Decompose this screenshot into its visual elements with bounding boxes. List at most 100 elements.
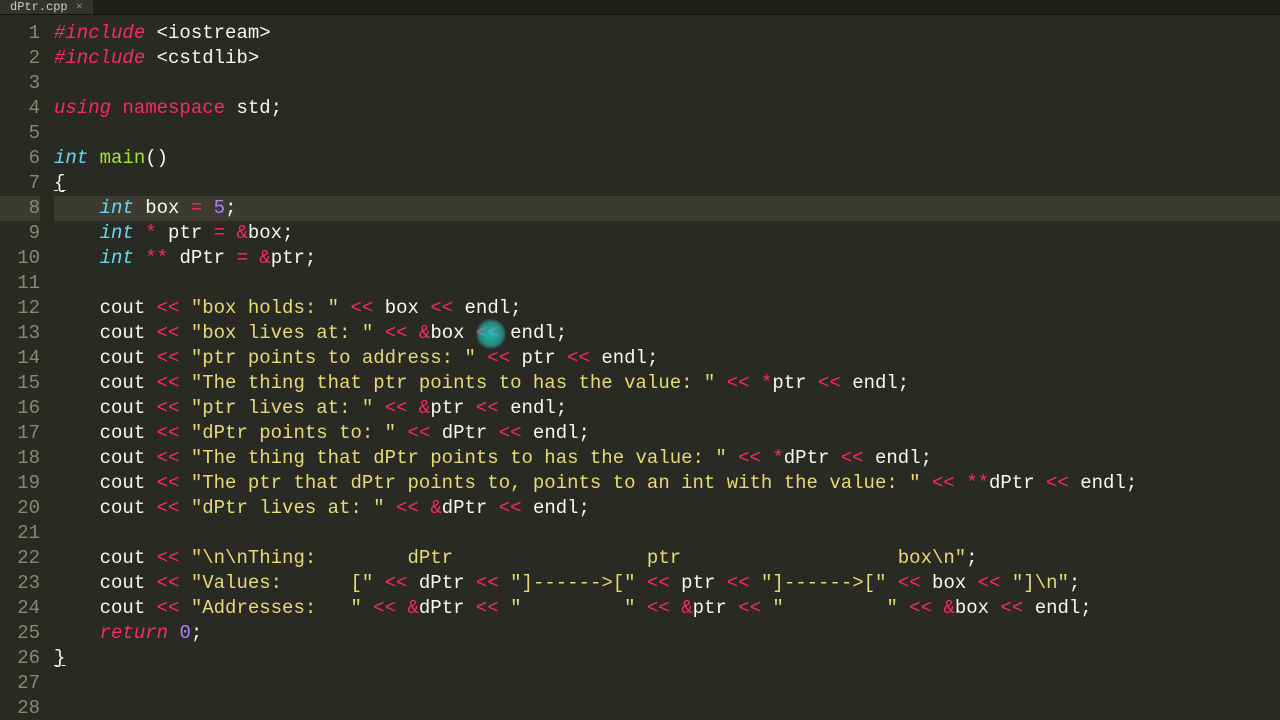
code-line[interactable]: #include <cstdlib> (54, 46, 1280, 71)
code-line[interactable]: cout << "ptr points to address: " << ptr… (54, 346, 1280, 371)
token: endl; (864, 447, 932, 469)
token: & (236, 222, 247, 244)
code-line[interactable] (54, 271, 1280, 296)
line-number: 12 (0, 296, 40, 321)
code-line[interactable] (54, 696, 1280, 720)
token: ptr (510, 347, 567, 369)
code-line[interactable]: } (54, 646, 1280, 671)
token: = (236, 247, 247, 269)
code-line[interactable]: cout << "Values: [" << dPtr << "]------>… (54, 571, 1280, 596)
token: endl; (499, 322, 567, 344)
token: << (157, 322, 180, 344)
code-line[interactable]: { (54, 171, 1280, 196)
token (88, 147, 99, 169)
code-line[interactable]: cout << "box lives at: " << &box << endl… (54, 321, 1280, 346)
code-line[interactable]: int main() (54, 146, 1280, 171)
token (408, 397, 419, 419)
token: () (145, 147, 168, 169)
token (179, 347, 190, 369)
line-number: 11 (0, 271, 40, 296)
token: ** (145, 247, 168, 269)
code-line[interactable] (54, 521, 1280, 546)
code-line[interactable]: cout << "The thing that dPtr points to h… (54, 446, 1280, 471)
code-line[interactable]: int * ptr = &box; (54, 221, 1280, 246)
token: endl; (499, 397, 567, 419)
token (179, 572, 190, 594)
code-line[interactable]: #include <iostream> (54, 21, 1280, 46)
token (179, 447, 190, 469)
code-line[interactable]: int box = 5; (54, 196, 1280, 221)
code-area[interactable]: #include <iostream>#include <cstdlib> usi… (46, 15, 1280, 720)
token (145, 47, 156, 69)
token: & (943, 597, 954, 619)
token: main (100, 147, 146, 169)
code-line[interactable]: cout << "dPtr lives at: " << &dPtr << en… (54, 496, 1280, 521)
token: << (487, 347, 510, 369)
token: "ptr points to address: " (191, 347, 476, 369)
token: " " (772, 597, 897, 619)
editor-window: dPtr.cpp × 12345678910111213141516171819… (0, 0, 1280, 720)
token: & (259, 247, 270, 269)
code-line[interactable] (54, 71, 1280, 96)
token: * (145, 222, 156, 244)
token: dPtr (408, 572, 476, 594)
token: #include (54, 22, 145, 44)
token (715, 372, 726, 394)
token: dPtr (419, 597, 476, 619)
code-line[interactable]: cout << "\n\nThing: dPtr ptr box\n"; (54, 546, 1280, 571)
code-line[interactable] (54, 671, 1280, 696)
token: endl; (1023, 597, 1091, 619)
token: "Values: [" (191, 572, 373, 594)
code-line[interactable]: cout << "dPtr points to: " << dPtr << en… (54, 421, 1280, 446)
line-number: 5 (0, 121, 40, 146)
token (179, 322, 190, 344)
tab-bar: dPtr.cpp × (0, 0, 1280, 15)
token: << (407, 422, 430, 444)
token (636, 597, 647, 619)
code-line[interactable]: using namespace std; (54, 96, 1280, 121)
token: box (430, 322, 476, 344)
token: << (350, 297, 373, 319)
token (419, 497, 430, 519)
token: << (567, 347, 590, 369)
token (727, 447, 738, 469)
token (670, 597, 681, 619)
token (921, 472, 932, 494)
token: << (476, 597, 499, 619)
token: int (100, 247, 134, 269)
token: endl; (841, 372, 909, 394)
token (179, 422, 190, 444)
line-number: 19 (0, 471, 40, 496)
token (761, 447, 772, 469)
token: " " (510, 597, 635, 619)
file-tab[interactable]: dPtr.cpp × (0, 0, 94, 14)
code-line[interactable] (54, 121, 1280, 146)
line-number: 9 (0, 221, 40, 246)
code-line[interactable]: cout << "The ptr that dPtr points to, po… (54, 471, 1280, 496)
line-number: 17 (0, 421, 40, 446)
line-number: 15 (0, 371, 40, 396)
token: "dPtr points to: " (191, 422, 396, 444)
line-number: 7 (0, 171, 40, 196)
token: << (727, 572, 750, 594)
token: << (738, 597, 761, 619)
close-icon[interactable]: × (76, 0, 83, 14)
token: << (157, 397, 180, 419)
token (636, 572, 647, 594)
token (385, 497, 396, 519)
token: "]------>[" (761, 572, 886, 594)
code-line[interactable]: cout << "The thing that ptr points to ha… (54, 371, 1280, 396)
token: ptr (430, 397, 476, 419)
code-line[interactable]: return 0; (54, 621, 1280, 646)
line-number: 18 (0, 446, 40, 471)
code-line[interactable]: cout << "ptr lives at: " << &ptr << endl… (54, 396, 1280, 421)
token (54, 622, 100, 644)
token (54, 247, 100, 269)
token (362, 597, 373, 619)
code-line[interactable]: cout << "Addresses: " << &dPtr << " " <<… (54, 596, 1280, 621)
token: * (772, 447, 783, 469)
token: box (955, 597, 1001, 619)
code-line[interactable]: int ** dPtr = &ptr; (54, 246, 1280, 271)
token: ptr (670, 572, 727, 594)
code-line[interactable]: cout << "box holds: " << box << endl; (54, 296, 1280, 321)
